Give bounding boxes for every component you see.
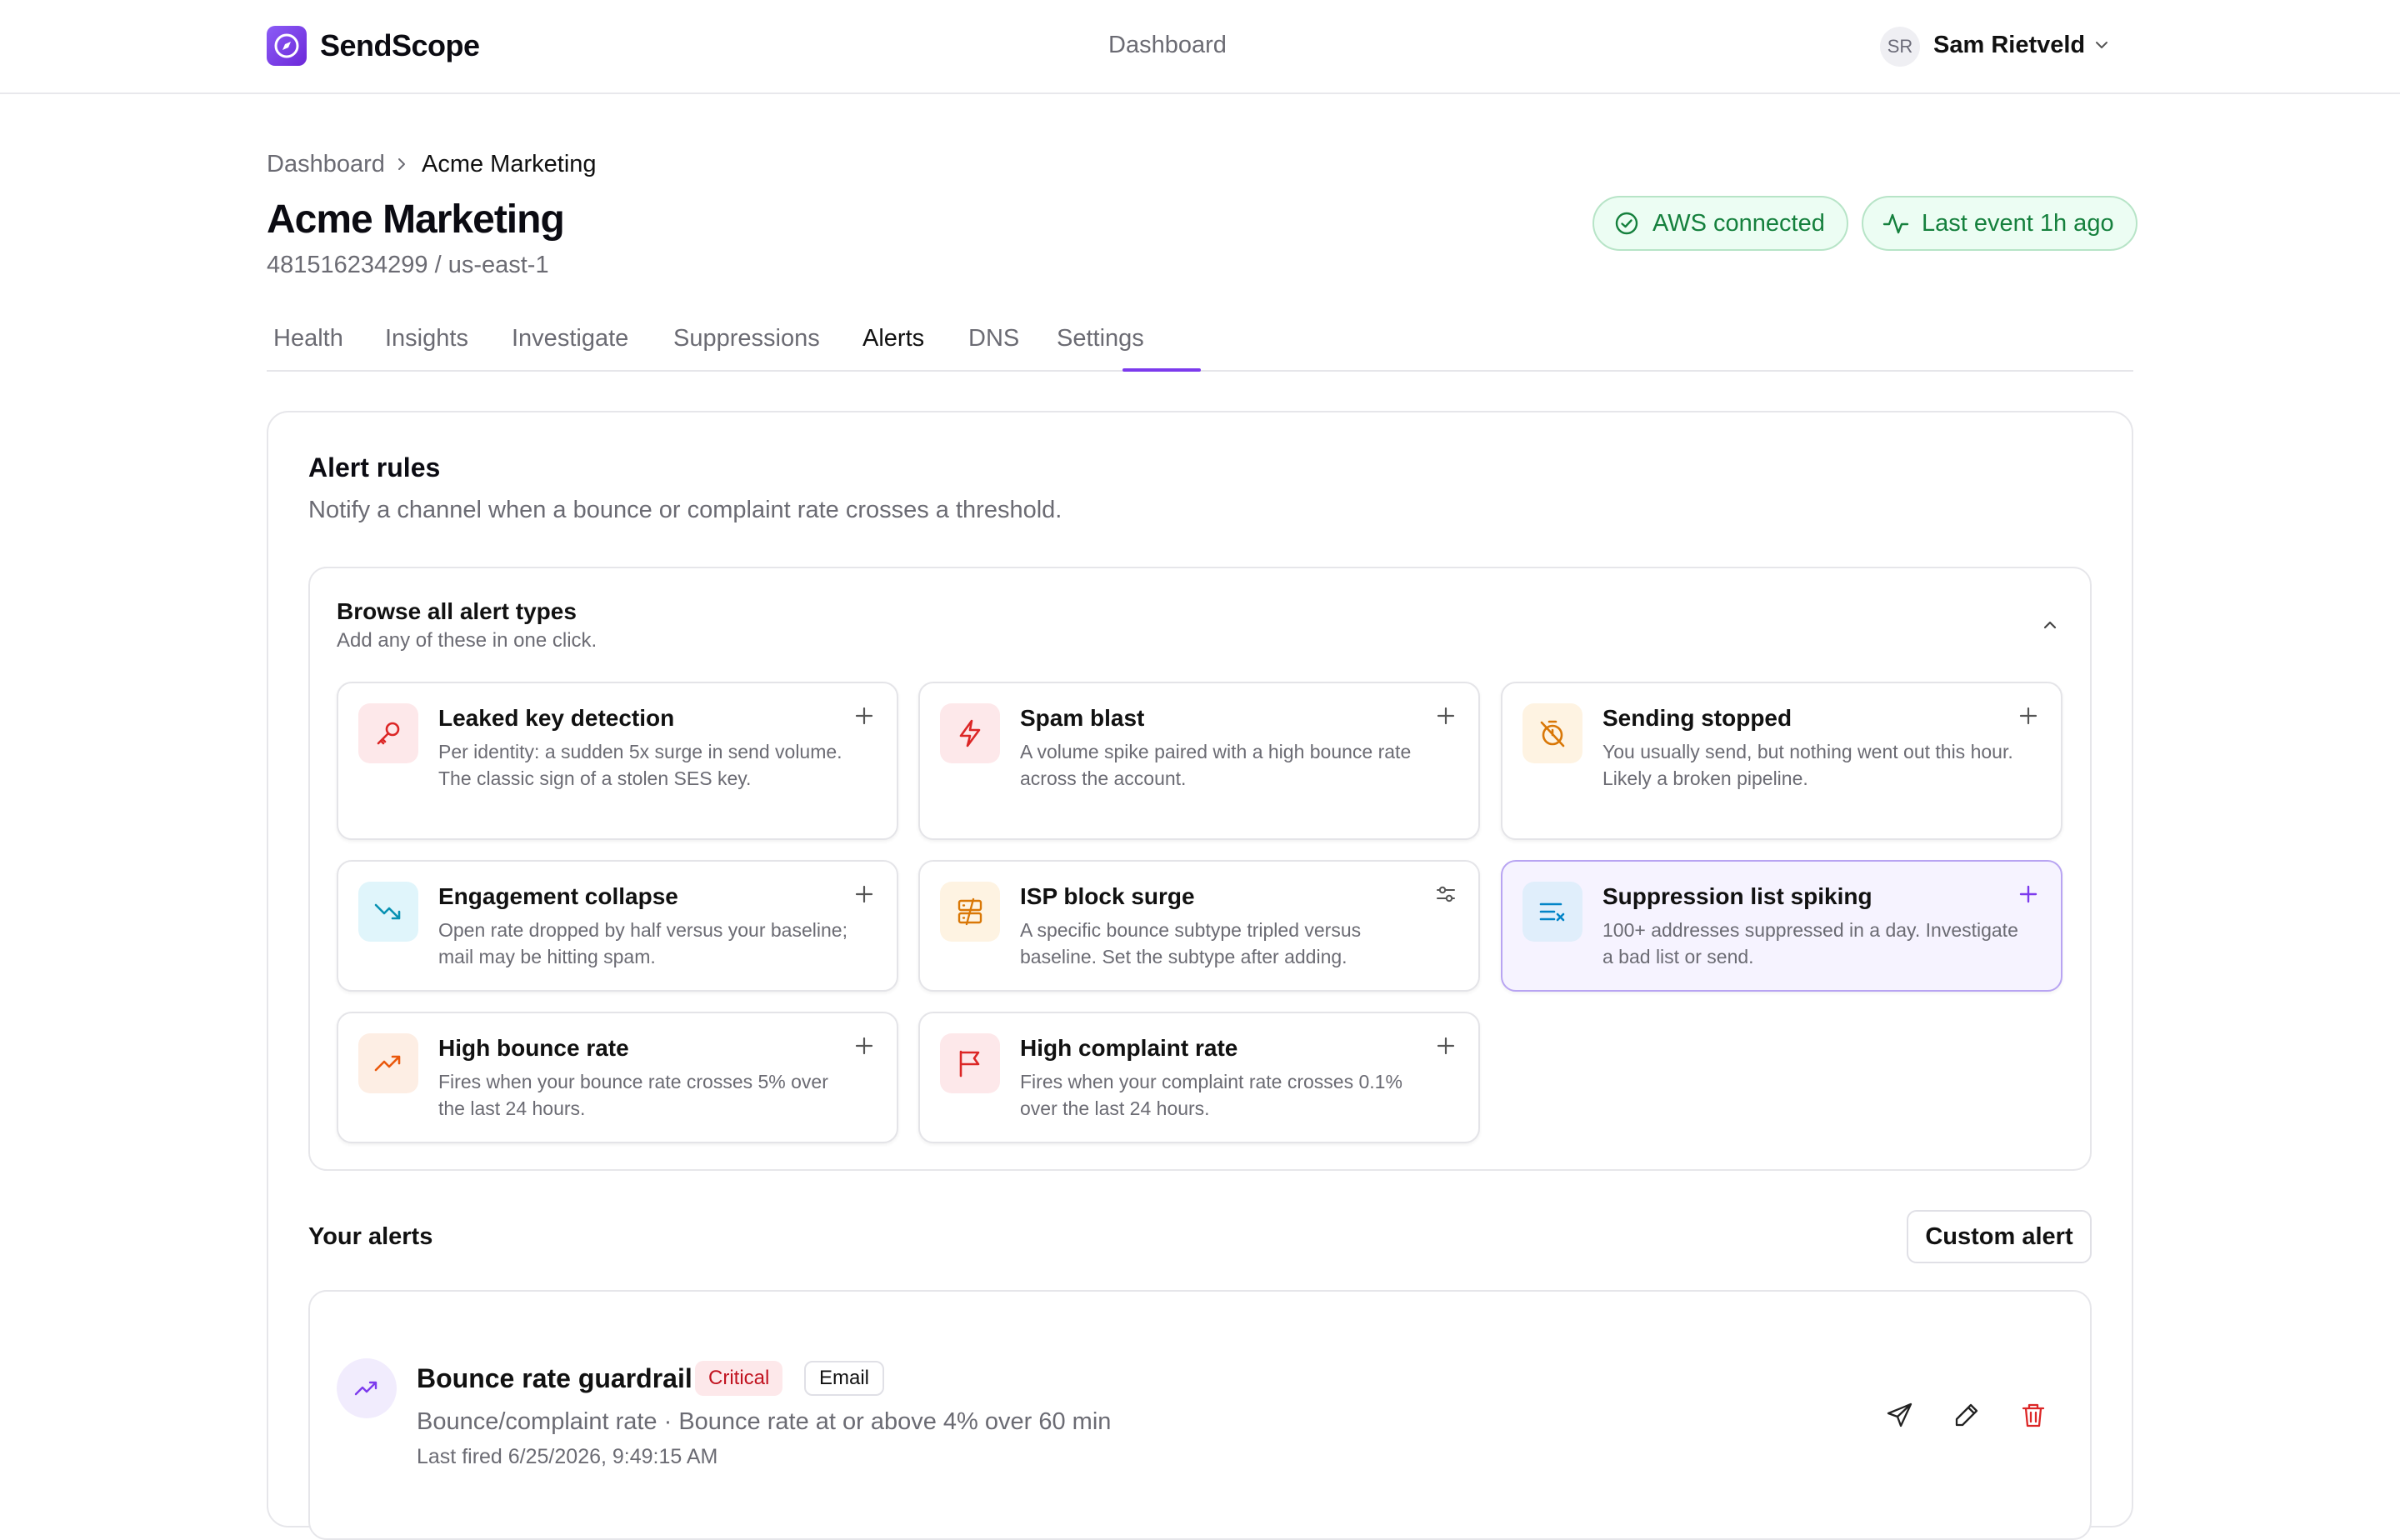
brand-name[interactable]: SendScope — [320, 28, 480, 63]
alert-type-card-engagement-collapse[interactable]: Engagement collapse Open rate dropped by… — [337, 860, 898, 992]
browse-alert-types-title[interactable]: Browse all alert types — [337, 598, 577, 625]
timer-off-icon — [1522, 703, 1582, 763]
trending-up-icon — [337, 1358, 397, 1418]
alert-type-card-isp-block-surge[interactable]: ISP block surge A specific bounce subtyp… — [918, 860, 1480, 992]
tab-suppressions[interactable]: Suppressions — [673, 325, 820, 352]
last-event-label: Last event 1h ago — [1922, 209, 2114, 237]
edit-alert-button[interactable] — [1948, 1397, 1985, 1433]
alert-type-title: High complaint rate — [1020, 1035, 1238, 1061]
add-plus-icon[interactable] — [852, 882, 877, 907]
alert-type-title: ISP block surge — [1020, 883, 1195, 909]
activity-icon — [1882, 213, 1909, 234]
page-title: Acme Marketing — [267, 198, 565, 242]
pencil-icon — [1955, 1403, 1978, 1427]
tab-dns[interactable]: DNS — [968, 325, 1019, 352]
alert-type-description: Per identity: a sudden 5x surge in send … — [438, 741, 842, 789]
alert-last-fired: Last fired 6/25/2026, 9:49:15 AM — [417, 1445, 718, 1468]
chevron-up-icon[interactable] — [2038, 613, 2062, 637]
alert-type-title: Sending stopped — [1602, 705, 1792, 731]
key-icon — [358, 703, 418, 763]
add-plus-icon[interactable] — [1433, 1033, 1458, 1058]
your-alerts-heading: Your alerts — [308, 1223, 433, 1250]
alert-type-title: Engagement collapse — [438, 883, 678, 909]
alert-type-description: A volume spike paired with a high bounce… — [1020, 741, 1412, 789]
trending-up-icon — [358, 1033, 418, 1093]
alert-type-description: Fires when your complaint rate crosses 0… — [1020, 1071, 1402, 1119]
alert-type-description: You usually send, but nothing went out t… — [1602, 741, 2013, 789]
alert-type-title: Leaked key detection — [438, 705, 675, 731]
aws-connected-badge: AWS connected — [1592, 196, 1848, 251]
send-icon — [1887, 1402, 1912, 1428]
aws-connected-label: AWS connected — [1652, 209, 1825, 237]
alert-type-card-high-bounce-rate[interactable]: High bounce rate Fires when your bounce … — [337, 1012, 898, 1143]
alert-type-card-sending-stopped[interactable]: Sending stopped You usually send, but no… — [1501, 682, 2062, 840]
add-plus-icon[interactable] — [2016, 703, 2041, 728]
alert-type-title: Spam blast — [1020, 705, 1145, 731]
alert-type-title: Suppression list spiking — [1602, 883, 1872, 909]
sliders-icon[interactable] — [1433, 882, 1458, 907]
send-test-button[interactable] — [1882, 1397, 1918, 1433]
alert-type-title: High bounce rate — [438, 1035, 629, 1061]
tab-insights[interactable]: Insights — [385, 325, 468, 352]
add-plus-icon[interactable] — [852, 703, 877, 728]
user-avatar[interactable]: SR — [1880, 27, 1920, 67]
check-circle-icon — [1615, 212, 1638, 235]
compass-icon — [274, 33, 299, 58]
add-plus-icon[interactable] — [852, 1033, 877, 1058]
add-plus-icon[interactable] — [1433, 703, 1458, 728]
alert-type-description: A specific bounce subtype tripled versus… — [1020, 919, 1362, 968]
alert-name: Bounce rate guardrail — [417, 1363, 692, 1393]
breadcrumb-current: Acme Marketing — [422, 151, 597, 178]
user-menu-name[interactable]: Sam Rietveld — [1933, 32, 2085, 59]
alert-type-card-suppression-spiking[interactable]: Suppression list spiking 100+ addresses … — [1501, 860, 2062, 992]
delete-alert-button[interactable] — [2015, 1397, 2052, 1433]
breadcrumb-dashboard[interactable]: Dashboard — [267, 151, 385, 178]
channel-badge: Email — [804, 1361, 885, 1396]
alert-rules-description: Notify a channel when a bounce or compla… — [308, 497, 1062, 523]
alert-type-card-spam-blast[interactable]: Spam blast A volume spike paired with a … — [918, 682, 1480, 840]
top-navigation-bar: SendScope Dashboard SR Sam Rietveld — [0, 0, 2400, 94]
flag-icon — [940, 1033, 1000, 1093]
alert-type-description: Open rate dropped by half versus your ba… — [438, 919, 848, 968]
browse-alert-types-subtitle: Add any of these in one click. — [337, 629, 598, 652]
lightning-icon — [940, 703, 1000, 763]
alert-type-description: Fires when your bounce rate crosses 5% o… — [438, 1071, 828, 1119]
chevron-down-icon[interactable] — [2092, 35, 2112, 55]
custom-alert-button[interactable]: Custom alert — [1907, 1210, 2092, 1263]
active-tab-indicator — [1122, 368, 1201, 372]
trash-icon — [2022, 1403, 2045, 1428]
add-plus-icon[interactable] — [2016, 882, 2041, 907]
severity-badge: Critical — [695, 1361, 783, 1396]
nav-dashboard-link[interactable]: Dashboard — [1108, 32, 1227, 59]
alert-type-card-high-complaint-rate[interactable]: High complaint rate Fires when your comp… — [918, 1012, 1480, 1143]
alert-rules-title: Alert rules — [308, 452, 441, 482]
account-region-subtitle: 481516234299 / us-east-1 — [267, 252, 549, 278]
tab-health[interactable]: Health — [273, 325, 343, 352]
alert-type-description: 100+ addresses suppressed in a day. Inve… — [1602, 919, 2018, 968]
tab-investigate[interactable]: Investigate — [512, 325, 628, 352]
tab-settings[interactable]: Settings — [1057, 325, 1144, 352]
alert-type-card-leaked-key[interactable]: Leaked key detection Per identity: a sud… — [337, 682, 898, 840]
server-off-icon — [940, 882, 1000, 942]
list-x-icon — [1522, 882, 1582, 942]
account-tabs: Health Insights Investigate Suppressions… — [267, 317, 2133, 372]
sendscope-logo-icon[interactable] — [267, 26, 307, 66]
trending-down-icon — [358, 882, 418, 942]
tab-alerts[interactable]: Alerts — [862, 325, 924, 352]
last-event-badge: Last event 1h ago — [1862, 196, 2138, 251]
chevron-right-icon — [398, 158, 405, 170]
alert-condition: Bounce/complaint rate · Bounce rate at o… — [417, 1408, 1112, 1435]
